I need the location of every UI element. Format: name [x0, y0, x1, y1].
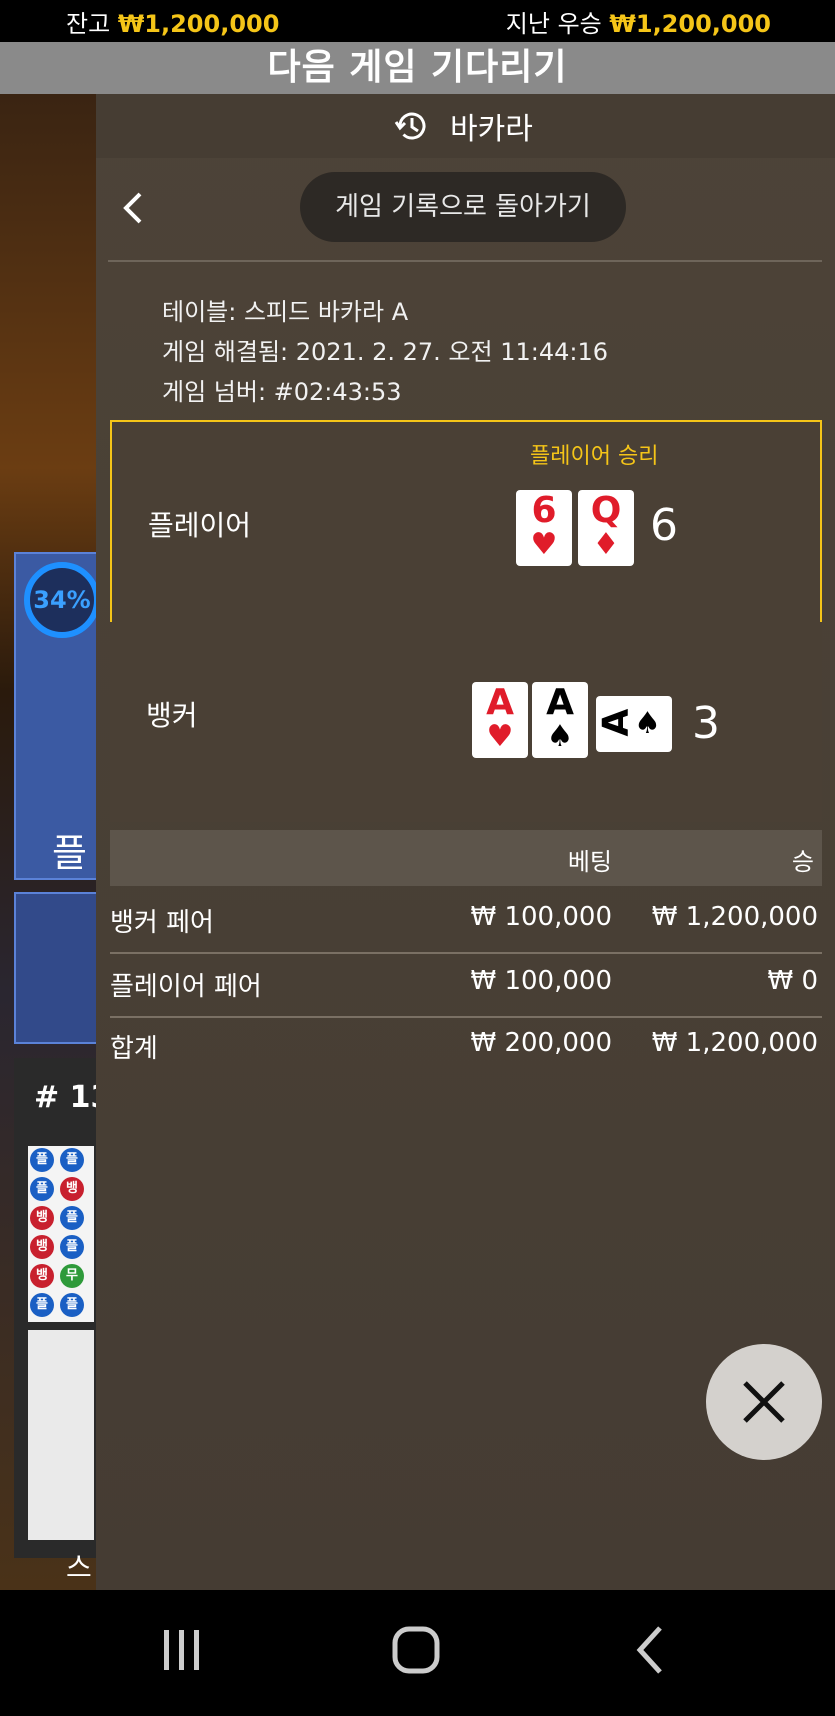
banker-label: 뱅커 — [146, 699, 198, 732]
bet-column-header: 베팅 — [567, 848, 612, 876]
balance-value: ₩1,200,000 — [117, 10, 280, 38]
resolved-info: 게임 해결됨: 2021. 2. 27. 오전 11:44:16 — [162, 338, 608, 366]
banker-card-3-rotated: A ♠ — [595, 696, 672, 752]
background-player-label: 플 — [52, 831, 87, 875]
road-dot: 플 — [60, 1206, 84, 1230]
recent-apps-icon[interactable] — [152, 1620, 212, 1680]
background-footer: 스 — [66, 1551, 92, 1584]
player-hand: 플레이어 승리 플레이어 6 ♥ Q ♦ 6 — [110, 420, 822, 624]
background-percent: 34% — [24, 562, 100, 638]
banker-score: 3 — [692, 698, 720, 749]
banker-card-1: A ♥ — [472, 682, 528, 758]
road-dot: 뱅 — [30, 1206, 54, 1230]
banker-card-2: A ♠ — [532, 682, 588, 758]
banker-hand: 뱅커 A ♥ A ♠ A ♠ 3 — [110, 622, 822, 822]
road-dot: 무 — [60, 1264, 84, 1288]
game-number-info: 게임 넘버: #02:43:53 — [162, 378, 402, 406]
close-icon — [743, 1381, 785, 1423]
road-dot: 플 — [60, 1148, 84, 1172]
road-dot: 뱅 — [60, 1177, 84, 1201]
road-dot: 플 — [30, 1293, 54, 1317]
bets-table-header: 베팅 승 — [110, 830, 822, 886]
background-bet-spot-2 — [14, 892, 108, 1044]
player-card-1: 6 ♥ — [516, 490, 572, 566]
close-button[interactable] — [706, 1344, 822, 1460]
road-dot: 뱅 — [30, 1235, 54, 1259]
road-dot: 뱅 — [30, 1264, 54, 1288]
back-chevron-icon[interactable] — [118, 188, 148, 228]
background-road-grid: 플플플뱅뱅플뱅플뱅무플플 — [28, 1146, 94, 1322]
road-dot: 플 — [30, 1148, 54, 1172]
history-icon — [394, 112, 426, 140]
home-icon[interactable] — [386, 1620, 446, 1680]
back-icon[interactable] — [620, 1620, 680, 1680]
player-win-label: 플레이어 승리 — [530, 444, 659, 469]
total-row: 합계 ₩ 200,000 ₩ 1,200,000 — [110, 1028, 818, 1064]
player-label: 플레이어 — [148, 509, 252, 542]
balance: 잔고 ₩1,200,000 — [66, 4, 279, 39]
win-column-header: 승 — [791, 848, 814, 876]
road-dot: 플 — [30, 1177, 54, 1201]
divider — [108, 260, 822, 262]
road-dot: 플 — [60, 1235, 84, 1259]
last-win-label: 지난 우승 — [505, 10, 602, 38]
player-card-2: Q ♦ — [578, 490, 634, 566]
background-bead-grid — [28, 1330, 94, 1540]
panel-title: 바카라 — [450, 112, 533, 147]
back-to-history-button[interactable]: 게임 기록으로 돌아가기 — [300, 172, 626, 242]
waiting-banner: 다음 게임 기다리기 — [0, 42, 835, 94]
last-win-value: ₩1,200,000 — [609, 10, 771, 38]
system-nav-bar — [0, 1590, 835, 1716]
player-score: 6 — [650, 500, 678, 551]
road-dot: 플 — [60, 1293, 84, 1317]
balance-label: 잔고 — [66, 10, 111, 38]
panel-header: 바카라 — [96, 94, 835, 158]
balance-bar: 잔고 ₩1,200,000 지난 우승 ₩1,200,000 — [0, 0, 835, 42]
table-row: 플레이어 페어 ₩ 100,000 ₩ 0 — [110, 966, 818, 1002]
table-info: 테이블: 스피드 바카라 A — [162, 298, 409, 326]
last-win: 지난 우승 ₩1,200,000 — [506, 4, 771, 39]
history-panel: 바카라 게임 기록으로 돌아가기 테이블: 스피드 바카라 A 게임 해결됨: … — [96, 94, 835, 1590]
table-row: 뱅커 페어 ₩ 100,000 ₩ 1,200,000 — [110, 902, 818, 938]
